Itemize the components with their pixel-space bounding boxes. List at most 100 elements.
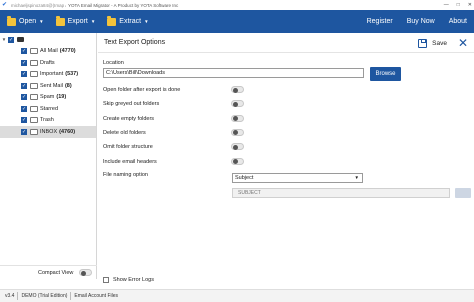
- sidebar-item-label: Starred: [40, 105, 59, 112]
- chevron-down-icon: ▼: [39, 19, 44, 24]
- sidebar-item-starred[interactable]: ✓ Starred: [0, 103, 96, 115]
- sidebar-item-all-mail[interactable]: ✓ All Mail (4770): [0, 46, 96, 58]
- file-naming-value: Subject: [235, 175, 254, 181]
- option-label: Delete old folders: [103, 129, 146, 136]
- chevron-down-icon: ▼: [144, 19, 149, 24]
- show-error-logs-label: Show Error Logs: [113, 277, 154, 283]
- option-label: Skip greyed out folders: [103, 101, 160, 108]
- browse-button[interactable]: Browse: [370, 67, 401, 81]
- folder-icon: [30, 82, 38, 89]
- export-label: Export: [67, 18, 88, 25]
- save-button[interactable]: Save: [418, 33, 447, 53]
- export-icon: [55, 15, 65, 26]
- export-button[interactable]: Export ▼: [55, 10, 96, 33]
- folder-icon: [30, 105, 38, 112]
- minimize-icon[interactable]: —: [444, 0, 449, 10]
- window-controls: — □ ✕: [444, 0, 472, 10]
- maximize-icon[interactable]: □: [457, 0, 460, 10]
- sidebar-item-trash[interactable]: ✓ Trash: [0, 115, 96, 127]
- version-label: v3.4: [5, 293, 15, 299]
- option-label: Include email headers: [103, 158, 157, 165]
- sidebar-item-label: Drafts: [40, 59, 55, 66]
- show-error-logs-row[interactable]: Show Error Logs: [103, 277, 154, 283]
- sidebar-item-drafts[interactable]: ✓ Drafts: [0, 57, 96, 69]
- folder-open-icon: [7, 15, 16, 26]
- sidebar-item-inbox[interactable]: ✓ INBOX (4760): [0, 126, 96, 138]
- extract-button[interactable]: Extract ▼: [107, 10, 149, 33]
- window-close-icon[interactable]: ✕: [468, 0, 472, 10]
- export-options-panel: Text Export Options Save ✕ Location C:\U…: [98, 33, 474, 289]
- option-row: Delete old folders: [103, 128, 248, 137]
- tree-root[interactable]: ▼ ✓: [0, 34, 96, 46]
- options-header: Text Export Options Save ✕: [98, 33, 474, 53]
- checkbox-checked-icon[interactable]: ✓: [21, 105, 27, 112]
- checkbox-checked-icon[interactable]: ✓: [21, 82, 27, 89]
- about-button[interactable]: About: [449, 10, 467, 33]
- folder-icon: [30, 94, 38, 101]
- register-button[interactable]: Register: [367, 10, 393, 33]
- open-label: Open: [19, 18, 37, 25]
- sidebar-item-important[interactable]: ✓ Important (537): [0, 69, 96, 81]
- location-label: Location: [103, 60, 124, 66]
- checkbox-checked-icon[interactable]: ✓: [21, 128, 27, 135]
- sidebar-item-count: (4770): [59, 48, 76, 55]
- extract-icon: [107, 15, 117, 26]
- edition-label: DEMO (Trial Edition): [21, 293, 68, 299]
- toolbar-right-group: Register Buy Now About: [367, 10, 474, 33]
- add-pattern-button[interactable]: [455, 188, 471, 198]
- sidebar-item-spam[interactable]: ✓ Spam (19): [0, 92, 96, 104]
- section-label: Email Account Files: [74, 293, 119, 299]
- chevron-down-icon: ▼: [90, 19, 96, 24]
- folder-icon: [30, 48, 38, 55]
- compact-view-bar: Compact View: [0, 265, 97, 279]
- close-icon[interactable]: ✕: [458, 36, 468, 50]
- folder-icon: [30, 71, 38, 78]
- option-toggle[interactable]: [231, 128, 244, 136]
- save-label: Save: [432, 39, 447, 47]
- sidebar-item-label: Trash: [40, 117, 54, 124]
- sidebar-item-label: All Mail: [40, 48, 58, 55]
- location-input[interactable]: C:\Users\Bill\Downloads: [103, 68, 364, 78]
- open-button[interactable]: Open ▼: [7, 10, 44, 33]
- option-toggle[interactable]: [231, 114, 244, 122]
- checkbox-checked-icon[interactable]: ✓: [21, 117, 27, 124]
- account-email: michaeljspinoza84@(Imap Account): [11, 2, 66, 8]
- option-row: Include email headers: [103, 157, 248, 166]
- options-title: Text Export Options: [104, 39, 166, 46]
- option-toggle[interactable]: [231, 100, 244, 108]
- status-bar: v3.4 DEMO (Trial Edition) Email Account …: [0, 289, 474, 302]
- compact-view-label: Compact View: [38, 269, 74, 276]
- checkbox-checked-icon[interactable]: ✓: [21, 48, 27, 55]
- option-label: Omit folder structure: [103, 144, 153, 151]
- option-row: Create empty folders: [103, 114, 248, 123]
- sidebar-item-count: (4760): [59, 128, 76, 135]
- option-toggle[interactable]: [231, 157, 244, 165]
- sidebar-item-label: INBOX: [40, 128, 58, 135]
- option-toggle[interactable]: [231, 143, 244, 151]
- folder-icon: [30, 128, 38, 135]
- option-toggle[interactable]: [231, 86, 244, 93]
- compact-view-toggle[interactable]: [79, 269, 93, 276]
- status-divider: [70, 292, 72, 300]
- main-toolbar: Open ▼ Export ▼ Extract ▼ Register Buy N…: [0, 10, 474, 33]
- show-error-logs-checkbox[interactable]: [103, 277, 109, 283]
- save-icon: [418, 38, 428, 48]
- checkbox-checked-icon[interactable]: ✓: [21, 94, 27, 101]
- sidebar-item-label: Sent Mail: [40, 82, 63, 89]
- collapse-icon[interactable]: ▼: [0, 37, 8, 42]
- buy-now-button[interactable]: Buy Now: [407, 10, 435, 33]
- checkbox-checked-icon[interactable]: ✓: [21, 59, 27, 66]
- option-label: Create empty folders: [103, 115, 155, 122]
- checkbox-checked-icon[interactable]: ✓: [21, 71, 27, 78]
- checkbox-checked-icon[interactable]: ✓: [8, 36, 14, 43]
- sidebar-item-sent-mail[interactable]: ✓ Sent Mail (8): [0, 80, 96, 92]
- option-row: Skip greyed out folders: [103, 100, 248, 108]
- chevron-down-icon: ▼: [354, 175, 359, 180]
- subject-pattern-input[interactable]: SUBJECT: [232, 188, 450, 198]
- status-divider: [17, 292, 19, 300]
- sidebar-item-count: (537): [65, 71, 79, 78]
- extract-label: Extract: [119, 18, 142, 25]
- file-naming-select[interactable]: Subject ▼: [232, 173, 363, 183]
- option-row: Omit folder structure: [103, 143, 248, 151]
- sidebar-item-count: (19): [56, 94, 67, 101]
